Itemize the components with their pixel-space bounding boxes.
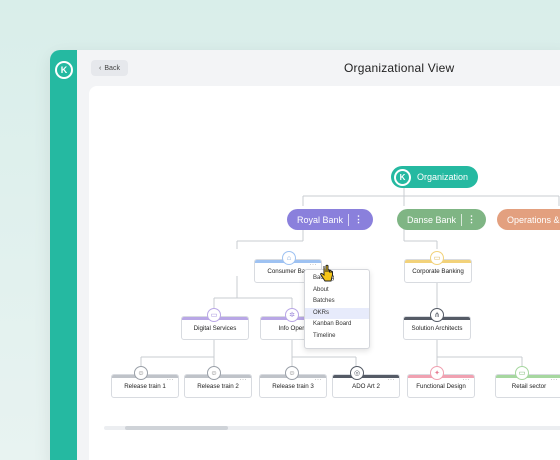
app-logo[interactable]: K (55, 61, 73, 79)
card-label: Retail sector (511, 382, 547, 390)
page-title: Organizational View (344, 61, 455, 75)
menu-item-okrs[interactable]: OKRs (305, 307, 369, 319)
users-icon: ☺ (285, 366, 299, 380)
more-vertical-icon[interactable]: ⋮ (467, 214, 476, 225)
gear-icon: ✲ (285, 308, 299, 322)
card-label: Release train 3 (272, 382, 314, 390)
folder-icon: ▭ (430, 251, 444, 265)
folder-icon: ▭ (207, 308, 221, 322)
target-icon: ◎ (350, 366, 364, 380)
scrollbar-thumb[interactable] (125, 426, 228, 430)
royal-bank-label: Royal Bank (297, 214, 344, 225)
menu-item-backlog[interactable]: Backlog (305, 273, 369, 285)
k-logo-icon: K (57, 63, 71, 77)
folder-icon: ▭ (515, 366, 529, 380)
top-bar: ‹ Back Organizational View (77, 50, 560, 86)
more-horizontal-icon[interactable]: ··· (551, 377, 559, 383)
k-logo-icon: K (394, 168, 411, 186)
operations-label: Operations & (507, 214, 560, 225)
card-label: Solution Architects (411, 324, 463, 332)
chevron-left-icon: ‹ (99, 64, 102, 72)
card-label: Release train 2 (197, 382, 239, 390)
org-chart-canvas[interactable]: K Organization Royal Bank ⋮ Danse Bank ⋮… (89, 86, 560, 460)
more-horizontal-icon[interactable]: ··· (240, 377, 248, 383)
hand-cursor-icon (320, 264, 333, 282)
card-label: Functional Design (416, 382, 466, 390)
menu-item-batches[interactable]: Batches (305, 296, 369, 308)
retail-sector-card[interactable]: ··· Retail sector (495, 374, 560, 398)
menu-item-timeline[interactable]: Timeline (305, 331, 369, 343)
app-window: K ‹ Back Organizational View K Organizat… (50, 50, 560, 460)
more-horizontal-icon[interactable]: ··· (167, 377, 175, 383)
users-icon: ☺ (207, 366, 221, 380)
divider (461, 213, 463, 226)
card-label: Corporate Banking (412, 267, 464, 275)
menu-item-about[interactable]: About (305, 285, 369, 297)
card-label: ADO Art 2 (352, 382, 380, 390)
operations-node[interactable]: Operations & (497, 209, 560, 230)
bulb-icon: ✦ (430, 366, 444, 380)
danse-bank-label: Danse Bank (407, 214, 457, 225)
more-horizontal-icon[interactable]: ··· (315, 377, 323, 383)
card-label: Digital Services (193, 324, 237, 332)
sidebar: K (50, 50, 77, 460)
more-horizontal-icon[interactable]: ··· (463, 377, 471, 383)
divider (348, 213, 350, 226)
back-button[interactable]: ‹ Back (91, 60, 128, 76)
card-label: Release train 1 (124, 382, 166, 390)
share-icon: ⋔ (430, 308, 444, 322)
bank-icon: ⌂ (282, 251, 296, 265)
card-label: Consumer Ban (267, 267, 309, 275)
menu-item-kanban-board[interactable]: Kanban Board (305, 319, 369, 331)
ado-art-2-card[interactable]: ··· ADO Art 2 (332, 374, 400, 398)
danse-bank-node[interactable]: Danse Bank ⋮ (397, 209, 487, 230)
more-horizontal-icon[interactable]: ··· (388, 377, 396, 383)
organization-root-node[interactable]: K Organization (391, 166, 478, 188)
organization-label: Organization (417, 172, 469, 182)
back-label: Back (104, 64, 120, 72)
royal-bank-node[interactable]: Royal Bank ⋮ (287, 209, 374, 230)
more-vertical-icon[interactable]: ⋮ (354, 214, 363, 225)
more-horizontal-icon[interactable]: ··· (310, 262, 318, 268)
users-icon: ☺ (134, 366, 148, 380)
node-context-menu: Backlog About Batches OKRs Kanban Board … (304, 269, 370, 349)
